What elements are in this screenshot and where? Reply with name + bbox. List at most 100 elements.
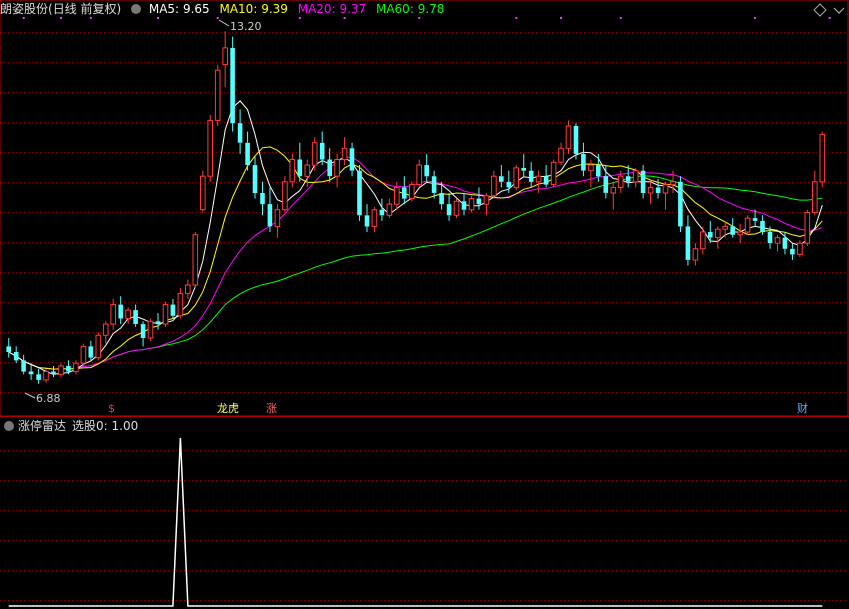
candle[interactable]	[468, 195, 475, 213]
candle[interactable]	[790, 243, 795, 260]
candle[interactable]	[685, 215, 691, 266]
candle[interactable]	[535, 170, 542, 193]
candle[interactable]	[483, 192, 490, 216]
candle[interactable]	[147, 318, 154, 341]
marker-zhang[interactable]: 涨	[266, 402, 277, 415]
candle[interactable]	[13, 346, 19, 364]
candle[interactable]	[21, 354, 26, 375]
candle[interactable]	[327, 148, 332, 182]
candle[interactable]	[245, 131, 250, 171]
diamond-icon[interactable]	[813, 3, 827, 17]
candle[interactable]	[237, 109, 243, 154]
candle[interactable]	[550, 159, 557, 188]
candle[interactable]	[297, 142, 303, 182]
candle[interactable]	[192, 232, 199, 288]
candle[interactable]	[424, 153, 429, 182]
candle[interactable]	[700, 226, 706, 255]
candle[interactable]	[543, 165, 549, 188]
candle[interactable]	[461, 192, 467, 216]
candle[interactable]	[409, 181, 415, 202]
candle[interactable]	[282, 176, 288, 213]
candle[interactable]	[311, 137, 318, 171]
chevron-down-icon[interactable]	[833, 7, 845, 14]
candle[interactable]	[819, 131, 826, 188]
candle[interactable]	[357, 165, 362, 221]
candle[interactable]	[252, 156, 258, 199]
candle[interactable]	[371, 206, 378, 233]
candle[interactable]	[744, 215, 751, 235]
candle[interactable]	[349, 142, 355, 177]
candle[interactable]	[58, 363, 64, 378]
candle[interactable]	[379, 198, 385, 221]
candle[interactable]	[491, 170, 497, 199]
candle[interactable]	[692, 243, 699, 266]
candle[interactable]	[416, 159, 422, 188]
candle[interactable]	[88, 340, 94, 361]
candle[interactable]	[499, 165, 504, 188]
candle[interactable]	[177, 287, 184, 319]
candle[interactable]	[289, 153, 296, 188]
stock-chart-window[interactable]: 13.20 6.88 $ 龙虎 涨 财	[0, 0, 849, 609]
candle[interactable]	[207, 114, 213, 182]
candle[interactable]	[446, 192, 452, 221]
candle[interactable]	[274, 204, 281, 238]
candle[interactable]	[513, 165, 520, 191]
candle[interactable]	[110, 298, 117, 330]
dropdown-icon[interactable]	[131, 3, 142, 14]
indicator-dropdown-icon[interactable]	[4, 420, 14, 431]
candle[interactable]	[267, 187, 273, 233]
candle[interactable]	[155, 312, 161, 330]
candle[interactable]	[334, 153, 340, 188]
candle[interactable]	[581, 142, 586, 177]
indicator-name[interactable]: 涨停雷达	[18, 419, 66, 433]
candle[interactable]	[640, 165, 646, 199]
candle[interactable]	[260, 181, 265, 216]
candle[interactable]	[760, 215, 765, 235]
candle[interactable]	[133, 304, 138, 327]
candle[interactable]	[162, 301, 169, 327]
candle[interactable]	[730, 218, 735, 238]
stock-name[interactable]: 朗姿股份	[0, 2, 48, 16]
candle[interactable]	[73, 360, 79, 375]
candle[interactable]	[678, 176, 683, 233]
candle[interactable]	[610, 181, 617, 210]
candle[interactable]	[521, 153, 526, 177]
candle[interactable]	[558, 142, 564, 166]
candle[interactable]	[51, 365, 56, 378]
candle[interactable]	[647, 181, 654, 205]
candle[interactable]	[364, 204, 370, 233]
candle[interactable]	[565, 120, 572, 154]
candle[interactable]	[632, 167, 639, 188]
marker-longhu[interactable]: 龙虎	[217, 402, 239, 415]
candle[interactable]	[431, 170, 437, 199]
candle[interactable]	[125, 307, 131, 325]
marker-dollar[interactable]: $	[108, 402, 115, 415]
candle[interactable]	[774, 234, 781, 252]
candle[interactable]	[715, 226, 721, 249]
candle[interactable]	[804, 209, 811, 246]
candle[interactable]	[476, 187, 482, 210]
candle[interactable]	[118, 296, 123, 325]
candle[interactable]	[812, 170, 818, 216]
candle[interactable]	[341, 137, 348, 166]
candle[interactable]	[80, 343, 87, 366]
candle[interactable]	[603, 165, 609, 199]
candle[interactable]	[170, 298, 176, 319]
candle[interactable]	[36, 368, 41, 384]
candle[interactable]	[319, 131, 325, 166]
candle[interactable]	[708, 220, 713, 244]
candle[interactable]	[737, 223, 744, 244]
candle[interactable]	[6, 338, 11, 358]
candle[interactable]	[222, 31, 228, 87]
candle[interactable]	[453, 198, 460, 219]
marker-cai[interactable]: 财	[797, 401, 808, 415]
candle[interactable]	[797, 240, 803, 258]
candle[interactable]	[662, 181, 669, 210]
candle[interactable]	[386, 198, 393, 219]
candle[interactable]	[140, 321, 146, 347]
candle[interactable]	[200, 170, 206, 213]
candle[interactable]	[185, 279, 191, 299]
candle[interactable]	[402, 176, 407, 205]
candle[interactable]	[528, 162, 534, 188]
candle[interactable]	[230, 36, 235, 132]
